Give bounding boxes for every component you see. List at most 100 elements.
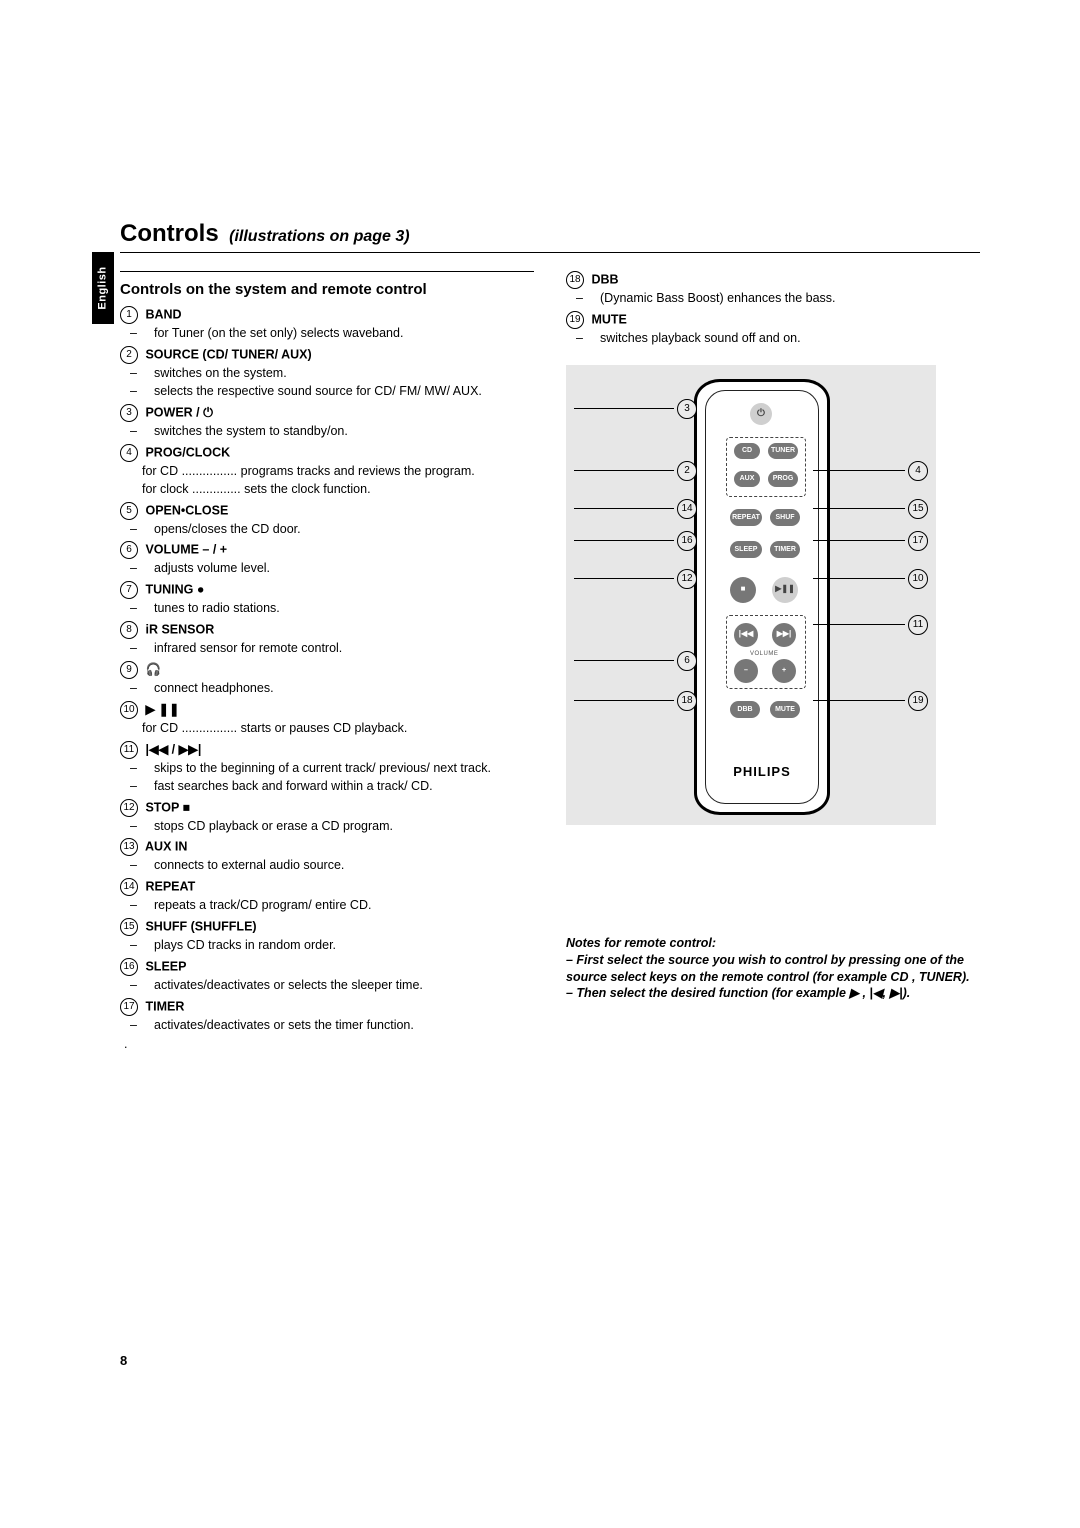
circled-number: 1 — [120, 306, 138, 324]
control-sub: –opens/closes the CD door. — [142, 521, 534, 538]
callout-18: 18 — [574, 691, 697, 711]
vol-up-button: + — [772, 659, 796, 683]
callout-6: 6 — [574, 651, 697, 671]
circled-number: 2 — [120, 346, 138, 364]
cd-button: CD — [734, 443, 760, 459]
control-item-12: 12 STOP ■ –stops CD playback or erase a C… — [120, 799, 534, 835]
remote-body: ⏻ CD TUNER AUX PROG REPEAT SHUF SLEEP TI… — [694, 379, 830, 815]
callout-16: 16 — [574, 531, 697, 551]
remote-notes: Notes for remote control: – First select… — [566, 935, 980, 1003]
circled-number: 4 — [120, 444, 138, 462]
callout-line — [813, 700, 905, 701]
control-item-head: 6 VOLUME – / + — [120, 541, 534, 559]
tuner-button: TUNER — [768, 443, 798, 459]
control-glyph: ■ — [179, 800, 190, 814]
callout-12: 12 — [574, 569, 697, 589]
trailing-dot: . — [124, 1036, 534, 1053]
control-glyph: 🎧 — [142, 662, 161, 676]
callout-line — [813, 508, 905, 509]
page-number: 8 — [120, 1353, 127, 1368]
control-item-head: 7 TUNING ● — [120, 581, 534, 599]
notes-title: Notes for remote control: — [566, 935, 980, 952]
callout-number: 10 — [908, 569, 928, 589]
notes-line1: – First select the source you wish to co… — [566, 952, 980, 986]
brand-label: PHILIPS — [706, 763, 818, 781]
control-item-18: 18 DBB–(Dynamic Bass Boost) enhances the… — [566, 271, 980, 307]
circled-number: 18 — [566, 271, 584, 289]
control-sub: –repeats a track/CD program/ entire CD. — [142, 897, 534, 914]
callout-19: 19 — [813, 691, 928, 711]
play-pause-button: ▶❚❚ — [772, 577, 798, 603]
control-sub: –infrared sensor for remote control. — [142, 640, 534, 657]
circled-number: 17 — [120, 998, 138, 1016]
control-glyph: ⏻ — [200, 405, 213, 419]
control-label: AUX IN — [142, 840, 187, 854]
control-item-4: 4 PROG/CLOCKfor CD ................ prog… — [120, 444, 534, 498]
callout-line — [574, 470, 674, 471]
callout-10: 10 — [813, 569, 928, 589]
control-def: for CD ................ starts or pauses… — [142, 720, 534, 737]
circled-number: 14 — [120, 878, 138, 896]
vol-down-button: – — [734, 659, 758, 683]
control-label: VOLUME – / + — [142, 543, 227, 557]
control-item-15: 15 SHUFF (SHUFFLE)–plays CD tracks in ra… — [120, 918, 534, 954]
callout-number: 17 — [908, 531, 928, 551]
control-sub: –switches on the system. — [142, 365, 534, 382]
callout-line — [574, 408, 674, 409]
control-sub: –adjusts volume level. — [142, 560, 534, 577]
control-item-17: 17 TIMER–activates/deactivates or sets t… — [120, 998, 534, 1034]
circled-number: 3 — [120, 404, 138, 422]
control-sub: –switches playback sound off and on. — [588, 330, 980, 347]
control-item-8: 8 iR SENSOR–infrared sensor for remote c… — [120, 621, 534, 657]
control-label: TUNING — [142, 583, 193, 597]
callout-line — [813, 470, 905, 471]
circled-number: 13 — [120, 838, 138, 856]
circled-number: 16 — [120, 958, 138, 976]
callout-11: 11 — [813, 615, 928, 635]
control-label: iR SENSOR — [142, 622, 214, 636]
circled-number: 6 — [120, 541, 138, 559]
control-label: PROG/CLOCK — [142, 445, 230, 459]
callout-line — [574, 578, 674, 579]
callout-line — [574, 540, 674, 541]
control-label: DBB — [588, 272, 619, 286]
callout-number: 3 — [677, 399, 697, 419]
circled-number: 11 — [120, 741, 138, 759]
control-sub: –for Tuner (on the set only) selects wav… — [142, 325, 534, 342]
callout-number: 15 — [908, 499, 928, 519]
control-def: for clock .............. sets the clock … — [142, 481, 534, 498]
control-item-7: 7 TUNING ●–tunes to radio stations. — [120, 581, 534, 617]
callout-number: 2 — [677, 461, 697, 481]
callout-line — [574, 700, 674, 701]
mute-button: MUTE — [770, 701, 800, 718]
page-title: Controls — [120, 220, 219, 247]
callout-line — [574, 660, 674, 661]
callout-2: 2 — [574, 461, 697, 481]
callout-line — [574, 508, 674, 509]
control-item-head: 8 iR SENSOR — [120, 621, 534, 639]
control-label: BAND — [142, 308, 182, 322]
control-item-2: 2 SOURCE (CD/ TUNER/ AUX)–switches on th… — [120, 346, 534, 400]
control-item-9: 9 🎧 –connect headphones. — [120, 661, 534, 697]
control-item-head: 4 PROG/CLOCK — [120, 444, 534, 462]
control-item-11: 11 |◀◀ / ▶▶|–skips to the beginning of a… — [120, 741, 534, 795]
circled-number: 12 — [120, 799, 138, 817]
repeat-button: REPEAT — [730, 509, 762, 526]
control-glyph: |◀◀ / ▶▶| — [142, 742, 201, 756]
page-subtitle: (illustrations on page 3) — [229, 228, 409, 245]
right-column: 18 DBB–(Dynamic Bass Boost) enhances the… — [566, 267, 980, 1053]
control-item-head: 13 AUX IN — [120, 838, 534, 856]
control-label: STOP — [142, 800, 179, 814]
circled-number: 9 — [120, 661, 138, 679]
control-glyph: ● — [193, 583, 204, 597]
control-sub: –stops CD playback or erase a CD program… — [142, 818, 534, 835]
circled-number: 7 — [120, 581, 138, 599]
control-glyph: ▶ ❚❚ — [142, 702, 180, 716]
aux-button: AUX — [734, 471, 760, 487]
callout-number: 19 — [908, 691, 928, 711]
control-item-19: 19 MUTE–switches playback sound off and … — [566, 311, 980, 347]
control-item-head: 10 ▶ ❚❚ — [120, 701, 534, 719]
control-sub: –switches the system to standby/on. — [142, 423, 534, 440]
control-sub: –connect headphones. — [142, 680, 534, 697]
callout-15: 15 — [813, 499, 928, 519]
